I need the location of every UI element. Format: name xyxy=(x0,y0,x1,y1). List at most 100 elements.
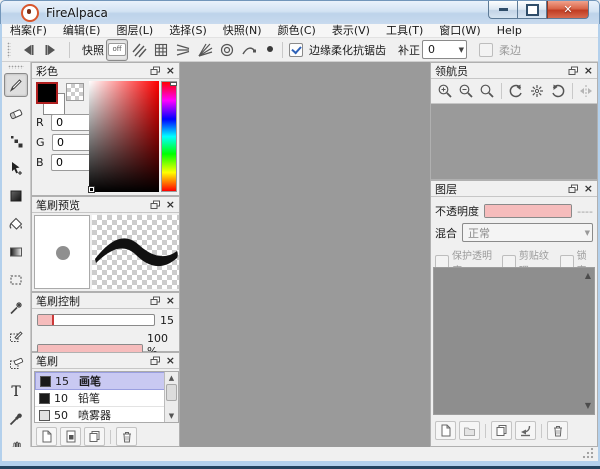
window-border-left xyxy=(0,24,2,461)
merge-layer-button[interactable] xyxy=(515,421,536,440)
close-panel-icon[interactable]: × xyxy=(166,65,175,76)
menu-item-tool[interactable]: 工具(T) xyxy=(378,24,431,38)
menu-item-snapshot[interactable]: 快照(N) xyxy=(215,24,270,38)
brush-list-item[interactable]: 15 画笔 xyxy=(35,372,165,390)
menu-bar: 档案(F) 编辑(E) 图层(L) 选择(S) 快照(N) 颜色(C) 表示(V… xyxy=(2,24,598,38)
snapshot-circles-button[interactable] xyxy=(216,39,238,61)
snapshot-parallel-button[interactable] xyxy=(128,39,150,61)
undo-button[interactable] xyxy=(17,39,39,61)
zoom-reset-button[interactable] xyxy=(477,80,498,102)
step-forward-icon xyxy=(43,43,58,57)
snapshot-off-button[interactable]: off xyxy=(106,39,128,61)
snapshot-radial-button[interactable] xyxy=(194,39,216,61)
snapshot-off-icon: off xyxy=(108,43,126,56)
toolbar-drag-handle[interactable] xyxy=(7,42,11,58)
menu-item-edit[interactable]: 编辑(E) xyxy=(55,24,109,38)
tool-dot[interactable] xyxy=(4,129,28,153)
tool-select-rect[interactable] xyxy=(4,268,28,292)
menu-item-layer[interactable]: 图层(L) xyxy=(108,24,161,38)
dot-pattern-icon xyxy=(8,133,24,149)
duplicate-brush-button[interactable] xyxy=(84,427,105,446)
delete-layer-button[interactable] xyxy=(547,421,568,440)
tool-select-pen[interactable] xyxy=(4,324,28,348)
maximize-button[interactable] xyxy=(517,1,547,19)
tool-fill-shape[interactable] xyxy=(4,184,28,208)
close-panel-icon[interactable]: × xyxy=(584,183,593,194)
close-panel-icon[interactable]: × xyxy=(584,65,593,76)
reset-rotation-button[interactable] xyxy=(526,80,547,102)
brush-control-panel: 笔刷控制 × 15 100 % xyxy=(31,292,180,352)
gradient-icon xyxy=(8,244,24,260)
close-button[interactable]: ✕ xyxy=(547,1,589,19)
close-panel-icon[interactable]: × xyxy=(166,295,175,306)
float-panel-icon[interactable] xyxy=(568,184,579,194)
layer-list[interactable]: ▲ ▼ xyxy=(433,267,595,415)
float-panel-icon[interactable] xyxy=(150,356,161,366)
delete-brush-button[interactable] xyxy=(116,427,137,446)
transparent-color-swatch[interactable] xyxy=(66,83,84,101)
sv-picker-handle[interactable] xyxy=(89,187,94,192)
layer-scroll-down-icon[interactable]: ▼ xyxy=(585,402,591,410)
tool-pen[interactable] xyxy=(4,73,28,97)
float-panel-icon[interactable] xyxy=(150,200,161,210)
duplicate-layer-button[interactable] xyxy=(491,421,512,440)
tool-select-eraser[interactable] xyxy=(4,352,28,376)
layer-scroll-up-icon[interactable]: ▲ xyxy=(585,272,591,280)
brush-size-handle[interactable] xyxy=(52,315,54,325)
menu-item-help[interactable]: Help xyxy=(489,24,530,38)
float-panel-icon[interactable] xyxy=(150,296,161,306)
menu-item-file[interactable]: 档案(F) xyxy=(2,24,55,38)
layers-panel-buttons xyxy=(435,421,571,440)
antialias-checkbox[interactable] xyxy=(289,43,303,57)
navigator-preview[interactable] xyxy=(431,104,597,179)
tool-bucket[interactable] xyxy=(4,212,28,236)
grid-icon xyxy=(153,42,169,58)
menu-item-window[interactable]: 窗口(W) xyxy=(431,24,488,38)
pen-icon xyxy=(8,77,24,93)
add-brush-button[interactable] xyxy=(36,427,57,446)
close-panel-icon[interactable]: × xyxy=(166,355,175,366)
edit-document-icon xyxy=(65,430,77,443)
add-layer-button[interactable] xyxy=(435,421,456,440)
correction-dropdown[interactable]: 0 ▼ xyxy=(422,40,467,59)
canvas-area[interactable] xyxy=(180,62,430,447)
hue-bar[interactable] xyxy=(161,81,177,192)
float-panel-icon[interactable] xyxy=(568,66,579,76)
tool-magic-wand[interactable] xyxy=(4,296,28,320)
scrollbar-thumb[interactable] xyxy=(166,384,177,401)
minimize-button[interactable] xyxy=(488,1,517,19)
zoom-in-button[interactable] xyxy=(434,80,455,102)
navigator-titlebar: 领航员 × xyxy=(431,63,597,79)
scroll-down-icon[interactable]: ▼ xyxy=(165,410,178,422)
rotate-right-button[interactable] xyxy=(547,80,568,102)
snapshot-grid-button[interactable] xyxy=(150,39,172,61)
brush-list-item[interactable]: 10 铅笔 xyxy=(35,390,165,407)
snapshot-curve-button[interactable] xyxy=(238,39,260,61)
menu-item-view[interactable]: 表示(V) xyxy=(324,24,378,38)
foreground-color-swatch[interactable] xyxy=(36,82,58,104)
tool-move[interactable] xyxy=(4,157,28,181)
title-bar[interactable]: FireAlpaca ✕ xyxy=(0,0,600,24)
rotate-left-button[interactable] xyxy=(505,80,526,102)
brush-list-scrollbar[interactable]: ▲ ▼ xyxy=(164,372,178,422)
resize-grip[interactable] xyxy=(582,447,594,459)
menu-item-select[interactable]: 选择(S) xyxy=(161,24,215,38)
tool-text[interactable]: T xyxy=(4,379,28,403)
tool-palette-drag-handle[interactable] xyxy=(8,65,24,69)
zoom-out-button[interactable] xyxy=(455,80,476,102)
edit-brush-button[interactable] xyxy=(60,427,81,446)
tool-gradient[interactable] xyxy=(4,240,28,264)
tool-eraser[interactable] xyxy=(4,101,28,125)
hue-bar-handle[interactable] xyxy=(170,82,177,86)
brush-size-slider[interactable] xyxy=(37,314,155,326)
float-panel-icon[interactable] xyxy=(150,66,161,76)
snapshot-vanishing-button[interactable] xyxy=(172,39,194,61)
brush-list-item[interactable]: 50 喷雾器 xyxy=(35,407,165,423)
redo-button[interactable] xyxy=(39,39,61,61)
saturation-value-picker[interactable] xyxy=(89,81,159,192)
tool-eyedropper[interactable] xyxy=(4,407,28,431)
scroll-up-icon[interactable]: ▲ xyxy=(165,372,178,384)
button-separator xyxy=(485,424,486,438)
menu-item-color[interactable]: 颜色(C) xyxy=(270,24,324,38)
close-panel-icon[interactable]: × xyxy=(166,199,175,210)
